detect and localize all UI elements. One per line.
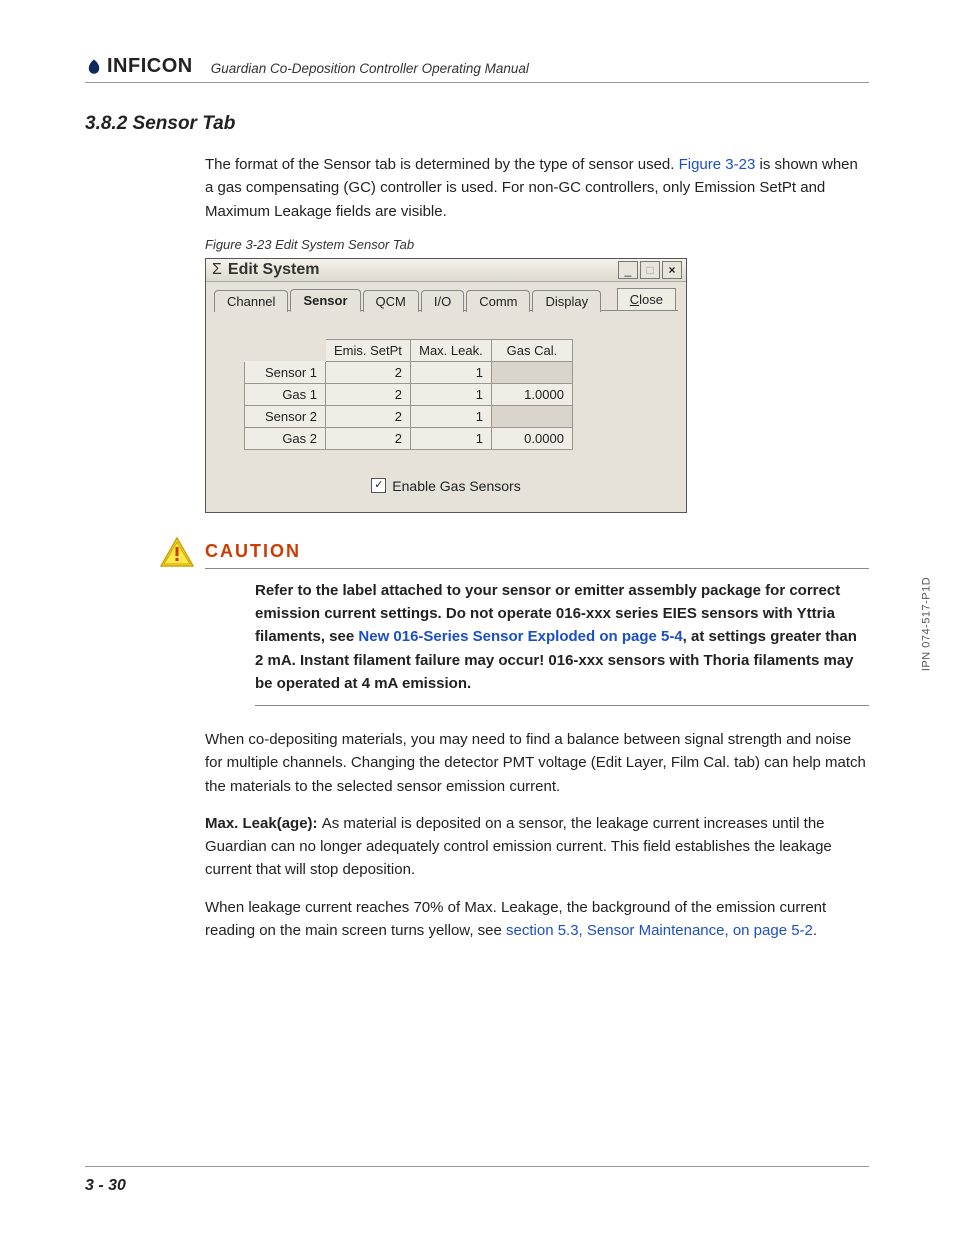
- cell-gas[interactable]: 1.0000: [491, 383, 572, 405]
- row-label: Gas 1: [245, 383, 326, 405]
- col-emis-setpt: Emis. SetPt: [326, 339, 411, 361]
- section-ref-link[interactable]: section 5.3, Sensor Maintenance, on page…: [506, 922, 813, 939]
- table-row: Sensor 2 2 1: [245, 405, 573, 427]
- cell-leak[interactable]: 1: [410, 405, 491, 427]
- brand-text: INFICON: [107, 55, 193, 78]
- table-row: Sensor 1 2 1: [245, 361, 573, 383]
- cell-emis[interactable]: 2: [326, 383, 411, 405]
- document-title: Guardian Co-Deposition Controller Operat…: [211, 61, 529, 78]
- caution-rule-top: [205, 568, 869, 569]
- caution-block: CAUTION Refer to the label attached to y…: [205, 541, 869, 706]
- table-row: Gas 1 2 1 1.0000: [245, 383, 573, 405]
- dialog-titlebar: Σ Edit System _ □ ×: [206, 259, 686, 282]
- caution-rule-bottom: [255, 705, 869, 706]
- paragraph-leakage: When leakage current reaches 70% of Max.…: [205, 896, 869, 943]
- caution-title: CAUTION: [205, 541, 869, 562]
- row-label: Sensor 2: [245, 405, 326, 427]
- tab-strip: Channel Sensor QCM I/O Comm Display: [214, 288, 678, 311]
- paragraph-codeposit: When co-depositing materials, you may ne…: [205, 728, 869, 798]
- page-header: INFICON Guardian Co-Deposition Controlle…: [85, 55, 869, 83]
- close-button-rest: lose: [639, 292, 663, 307]
- ipn-code: IPN 074-517-P1D: [920, 576, 932, 670]
- paragraph-max-leak: Max. Leak(age): As material is deposited…: [205, 812, 869, 882]
- cell-gas: [491, 405, 572, 427]
- close-window-button[interactable]: ×: [662, 261, 682, 279]
- minimize-button[interactable]: _: [618, 261, 638, 279]
- enable-gas-sensors-row: ✓ Enable Gas Sensors: [214, 478, 678, 494]
- col-max-leak: Max. Leak.: [410, 339, 491, 361]
- cell-gas: [491, 361, 572, 383]
- tab-io[interactable]: I/O: [421, 290, 464, 312]
- cell-emis[interactable]: 2: [326, 405, 411, 427]
- figure-ref-link[interactable]: Figure 3-23: [679, 156, 756, 173]
- col-gas-cal: Gas Cal.: [491, 339, 572, 361]
- row-label: Sensor 1: [245, 361, 326, 383]
- figure-caption: Figure 3-23 Edit System Sensor Tab: [205, 237, 869, 252]
- caution-icon: [160, 537, 194, 572]
- section-heading: 3.8.2 Sensor Tab: [85, 113, 869, 135]
- enable-gas-sensors-checkbox[interactable]: ✓: [371, 478, 386, 493]
- intro-text-a: The format of the Sensor tab is determin…: [205, 156, 679, 173]
- leakage-text-b: .: [813, 922, 817, 939]
- tab-qcm[interactable]: QCM: [363, 290, 419, 312]
- cell-leak[interactable]: 1: [410, 361, 491, 383]
- tab-channel[interactable]: Channel: [214, 290, 288, 312]
- caution-link[interactable]: New 016-Series Sensor Exploded on page 5…: [358, 628, 682, 645]
- enable-gas-sensors-label: Enable Gas Sensors: [392, 478, 520, 494]
- cell-emis[interactable]: 2: [326, 427, 411, 449]
- dialog-title: Edit System: [228, 261, 320, 279]
- tab-comm[interactable]: Comm: [466, 290, 530, 312]
- row-label: Gas 2: [245, 427, 326, 449]
- sigma-icon: Σ: [212, 261, 222, 279]
- close-button[interactable]: Close: [617, 288, 676, 311]
- cell-emis[interactable]: 2: [326, 361, 411, 383]
- table-corner: [245, 339, 326, 361]
- max-leak-lead: Max. Leak(age):: [205, 815, 322, 832]
- page-number: 3 - 30: [85, 1177, 126, 1194]
- brand-logo: INFICON: [85, 55, 193, 78]
- intro-paragraph: The format of the Sensor tab is determin…: [205, 153, 869, 223]
- table-row: Gas 2 2 1 0.0000: [245, 427, 573, 449]
- cell-leak[interactable]: 1: [410, 383, 491, 405]
- tab-display[interactable]: Display: [532, 290, 601, 312]
- brand-icon: [85, 58, 103, 76]
- page-footer: 3 - 30: [85, 1166, 869, 1195]
- sensor-table: Emis. SetPt Max. Leak. Gas Cal. Sensor 1…: [244, 339, 573, 450]
- tab-sensor[interactable]: Sensor: [290, 289, 360, 312]
- cell-leak[interactable]: 1: [410, 427, 491, 449]
- caution-body: Refer to the label attached to your sens…: [255, 579, 869, 695]
- maximize-button[interactable]: □: [640, 261, 660, 279]
- cell-gas[interactable]: 0.0000: [491, 427, 572, 449]
- edit-system-dialog: Σ Edit System _ □ × Channel Sensor QCM I…: [205, 258, 687, 513]
